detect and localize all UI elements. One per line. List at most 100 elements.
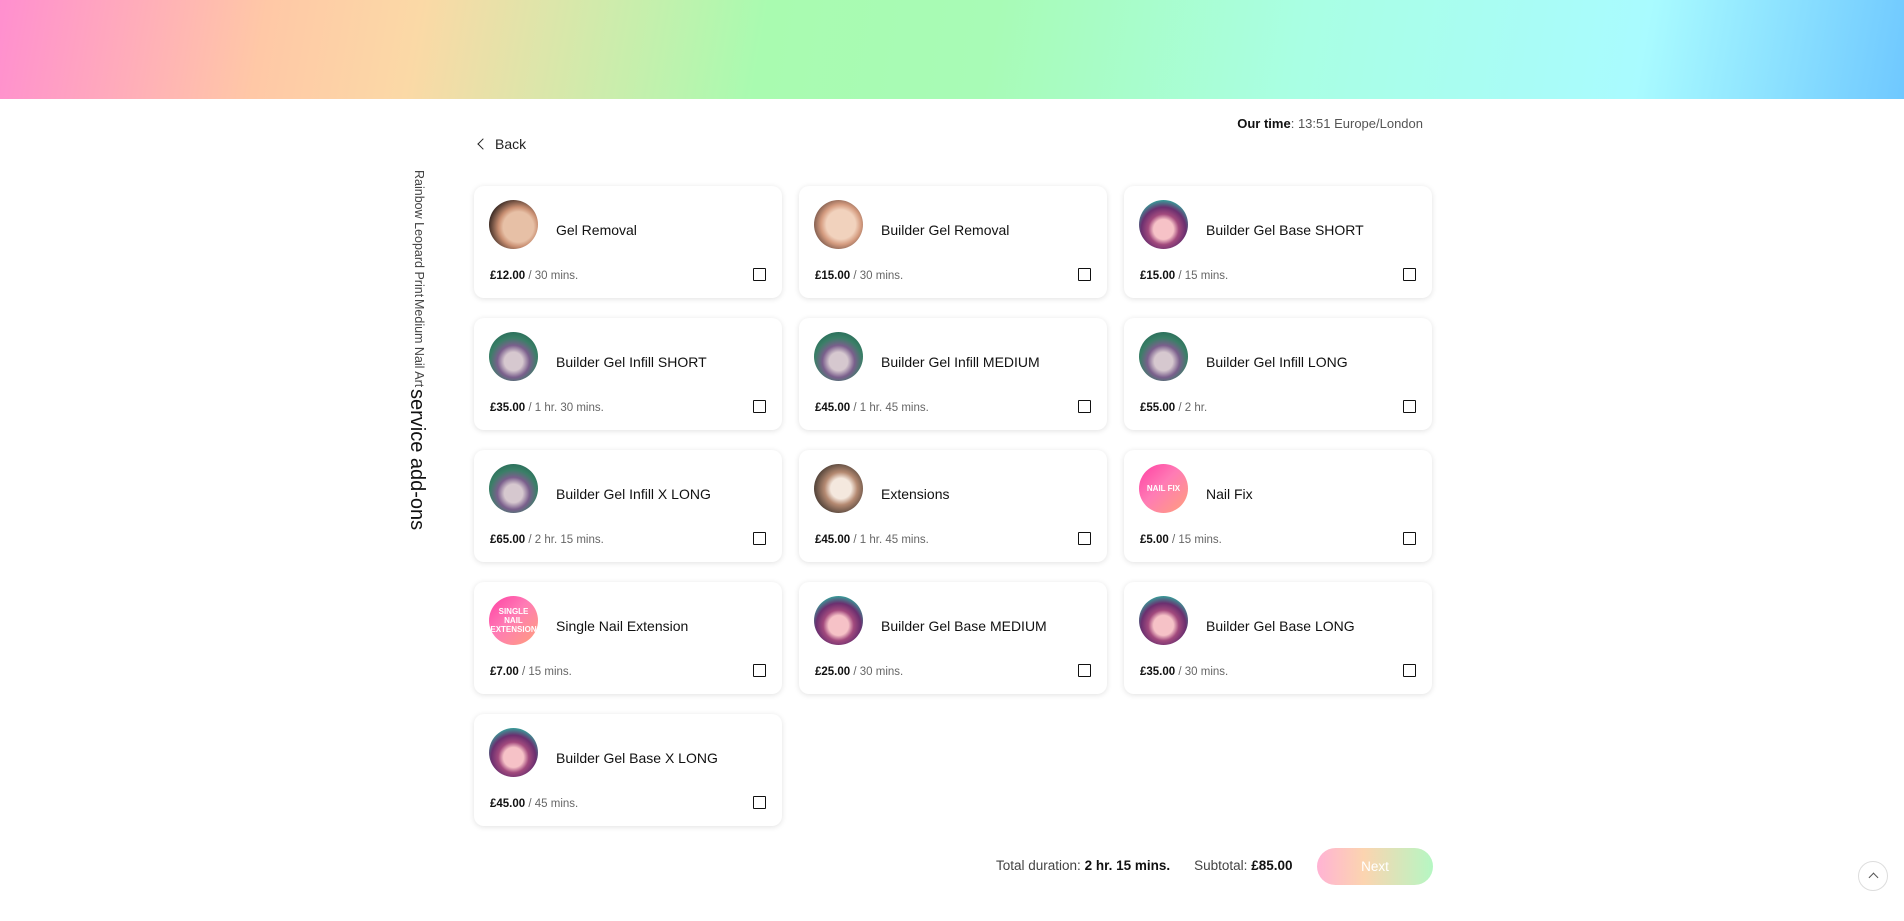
service-thumbnail <box>489 464 538 513</box>
service-price: £45.00 <box>815 534 851 546</box>
service-thumbnail: NAIL FIX <box>1139 464 1188 513</box>
service-checkbox[interactable] <box>753 400 766 413</box>
service-duration: 15 mins. <box>528 666 572 678</box>
back-label: Back <box>495 136 527 152</box>
service-duration: 2 hr. <box>1184 402 1208 414</box>
service-thumbnail <box>814 596 863 645</box>
price-separator: / <box>525 798 535 810</box>
price-separator: / <box>525 270 535 282</box>
service-thumbnail <box>489 200 538 249</box>
service-price: £35.00 <box>1140 666 1176 678</box>
service-checkbox[interactable] <box>753 268 766 281</box>
service-card[interactable]: Builder Gel Base LONG £35.00 / 30 mins. <box>1124 582 1432 694</box>
service-name: Builder Gel Base X LONG <box>556 750 718 766</box>
service-card[interactable]: Builder Gel Base X LONG £45.00 / 45 mins. <box>474 714 782 826</box>
service-name: Builder Gel Removal <box>881 222 1010 238</box>
service-price-duration: £35.00 / 1 hr. 30 mins. <box>490 402 604 414</box>
price-separator: / <box>518 666 529 678</box>
service-checkbox[interactable] <box>1403 400 1416 413</box>
header-banner <box>0 0 1904 99</box>
service-price: £45.00 <box>490 798 526 810</box>
price-separator: / <box>1175 666 1185 678</box>
total-duration-label: Total duration: <box>996 858 1081 873</box>
next-button[interactable]: Next <box>1317 848 1433 885</box>
service-name: Builder Gel Infill X LONG <box>556 486 711 502</box>
price-separator: / <box>850 666 860 678</box>
service-name: Builder Gel Base MEDIUM <box>881 618 1047 634</box>
service-price-duration: £5.00 / 15 mins. <box>1140 534 1222 546</box>
booking-summary: Total duration: 2 hr. 15 mins. Subtotal:… <box>996 858 1292 873</box>
service-checkbox[interactable] <box>753 796 766 809</box>
price-separator: / <box>1168 534 1179 546</box>
service-duration: 2 hr. 15 mins. <box>534 534 604 546</box>
service-card[interactable]: Builder Gel Infill SHORT £35.00 / 1 hr. 3… <box>474 318 782 430</box>
service-price-duration: £45.00 / 1 hr. 45 mins. <box>815 534 929 546</box>
service-checkbox[interactable] <box>1078 532 1091 545</box>
section-title: service add-ons <box>406 389 428 531</box>
service-name: Nail Fix <box>1206 486 1253 502</box>
back-button[interactable]: Back <box>477 136 527 152</box>
price-separator: / <box>850 270 860 282</box>
selected-item-2: Rainbow Leopard Print <box>412 170 426 298</box>
service-thumbnail <box>814 332 863 381</box>
our-time-value: : 13:51 Europe/London <box>1290 116 1423 131</box>
service-thumbnail <box>1139 332 1188 381</box>
service-card[interactable]: SINGLE NAIL EXTENSION Single Nail Extensi… <box>474 582 782 694</box>
service-name: Single Nail Extension <box>556 618 689 634</box>
service-price-duration: £12.00 / 30 mins. <box>490 270 578 282</box>
service-price: £45.00 <box>815 402 851 414</box>
service-thumbnail <box>814 464 863 513</box>
price-separator: / <box>1175 270 1185 282</box>
service-duration: 45 mins. <box>534 798 579 810</box>
service-checkbox[interactable] <box>1078 400 1091 413</box>
thumbnail-badge-text: NAIL FIX <box>1146 484 1181 493</box>
service-price: £25.00 <box>815 666 851 678</box>
service-card[interactable]: Builder Gel Base MEDIUM £25.00 / 30 mins. <box>799 582 1107 694</box>
service-price: £12.00 <box>490 270 526 282</box>
service-name: Builder Gel Base SHORT <box>1206 222 1364 238</box>
service-name: Gel Removal <box>556 222 637 238</box>
service-duration: 1 hr. 45 mins. <box>859 402 929 414</box>
subtotal: Subtotal: £85.00 <box>1194 858 1292 873</box>
service-thumbnail: SINGLE NAIL EXTENSION <box>489 596 538 645</box>
service-checkbox[interactable] <box>1403 664 1416 677</box>
service-price-duration: £15.00 / 30 mins. <box>815 270 903 282</box>
selected-item-1: Medium Nail Art <box>412 299 426 388</box>
service-card[interactable]: Extensions £45.00 / 1 hr. 45 mins. <box>799 450 1107 562</box>
chevron-up-icon <box>1868 872 1878 883</box>
service-checkbox[interactable] <box>1078 268 1091 281</box>
service-price: £5.00 <box>1140 534 1169 546</box>
service-thumbnail <box>814 200 863 249</box>
service-card[interactable]: NAIL FIX Nail Fix £5.00 / 15 mins. <box>1124 450 1432 562</box>
service-checkbox[interactable] <box>753 664 766 677</box>
service-checkbox[interactable] <box>1078 664 1091 677</box>
service-checkbox[interactable] <box>1403 532 1416 545</box>
scroll-to-top-button[interactable] <box>1858 861 1888 891</box>
chevron-left-icon <box>477 138 489 150</box>
service-price-duration: £45.00 / 1 hr. 45 mins. <box>815 402 929 414</box>
service-card[interactable]: Builder Gel Infill X LONG £65.00 / 2 hr. … <box>474 450 782 562</box>
price-separator: / <box>850 402 860 414</box>
service-checkbox[interactable] <box>753 532 766 545</box>
subtotal-value: £85.00 <box>1251 858 1293 873</box>
service-card[interactable]: Gel Removal £12.00 / 30 mins. <box>474 186 782 298</box>
service-checkbox[interactable] <box>1403 268 1416 281</box>
service-card[interactable]: Builder Gel Removal £15.00 / 30 mins. <box>799 186 1107 298</box>
price-separator: / <box>525 402 535 414</box>
service-duration: 1 hr. 30 mins. <box>534 402 604 414</box>
service-price: £65.00 <box>490 534 526 546</box>
service-price-duration: £65.00 / 2 hr. 15 mins. <box>490 534 604 546</box>
our-time-display: Our time: 13:51 Europe/London <box>1237 116 1423 131</box>
price-separator: / <box>525 534 535 546</box>
service-price-duration: £25.00 / 30 mins. <box>815 666 903 678</box>
service-thumbnail <box>1139 596 1188 645</box>
service-thumbnail <box>489 332 538 381</box>
service-thumbnail <box>1139 200 1188 249</box>
service-duration: 30 mins. <box>859 666 904 678</box>
service-duration: 30 mins. <box>534 270 579 282</box>
service-card[interactable]: Builder Gel Infill MEDIUM £45.00 / 1 hr. … <box>799 318 1107 430</box>
service-price: £15.00 <box>815 270 851 282</box>
service-card[interactable]: Builder Gel Infill LONG £55.00 / 2 hr. <box>1124 318 1432 430</box>
service-price: £15.00 <box>1140 270 1176 282</box>
service-card[interactable]: Builder Gel Base SHORT £15.00 / 15 mins. <box>1124 186 1432 298</box>
